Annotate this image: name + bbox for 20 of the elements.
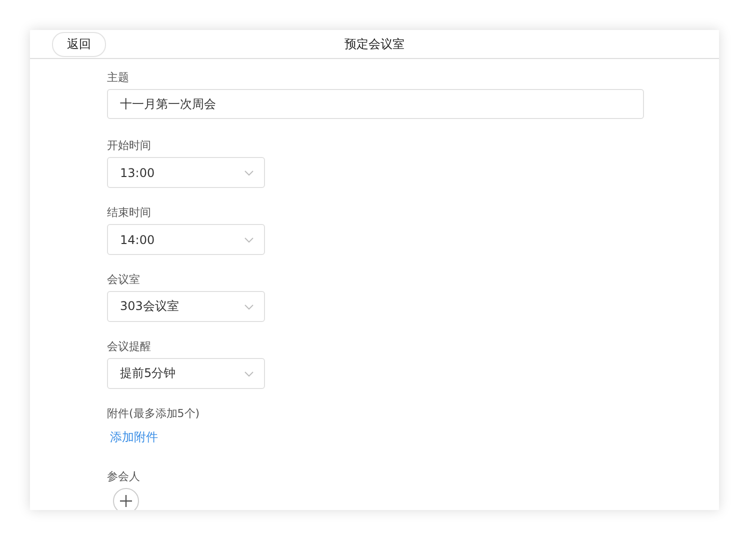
page-title: 预定会议室 [344, 36, 404, 52]
dropdown-field[interactable]: 303会议室 [107, 291, 265, 322]
chevron-down-icon [244, 236, 254, 242]
chevron-down-icon [244, 170, 254, 176]
field-label: 开始时间 [107, 139, 151, 152]
field-label: 主题 [107, 71, 129, 84]
field-label: 会议提醒 [107, 340, 151, 353]
chevron-down-icon [244, 370, 254, 376]
dropdown-field[interactable]: 提前5分钟 [107, 358, 265, 389]
subject-field[interactable]: 十一月第一次周会 [107, 89, 644, 119]
plus-icon [120, 495, 132, 507]
field-label: 结束时间 [107, 206, 151, 219]
dropdown-field[interactable]: 13:00 [107, 157, 265, 188]
field-label: 参会人 [107, 470, 140, 483]
add-participant-button[interactable] [113, 488, 139, 510]
dropdown-field[interactable]: 14:00 [107, 224, 265, 255]
field-label: 附件(最多添加5个) [107, 407, 200, 420]
field-label: 会议室 [107, 273, 140, 286]
chevron-down-icon [244, 304, 254, 310]
back-button[interactable]: 返回 [52, 32, 106, 56]
